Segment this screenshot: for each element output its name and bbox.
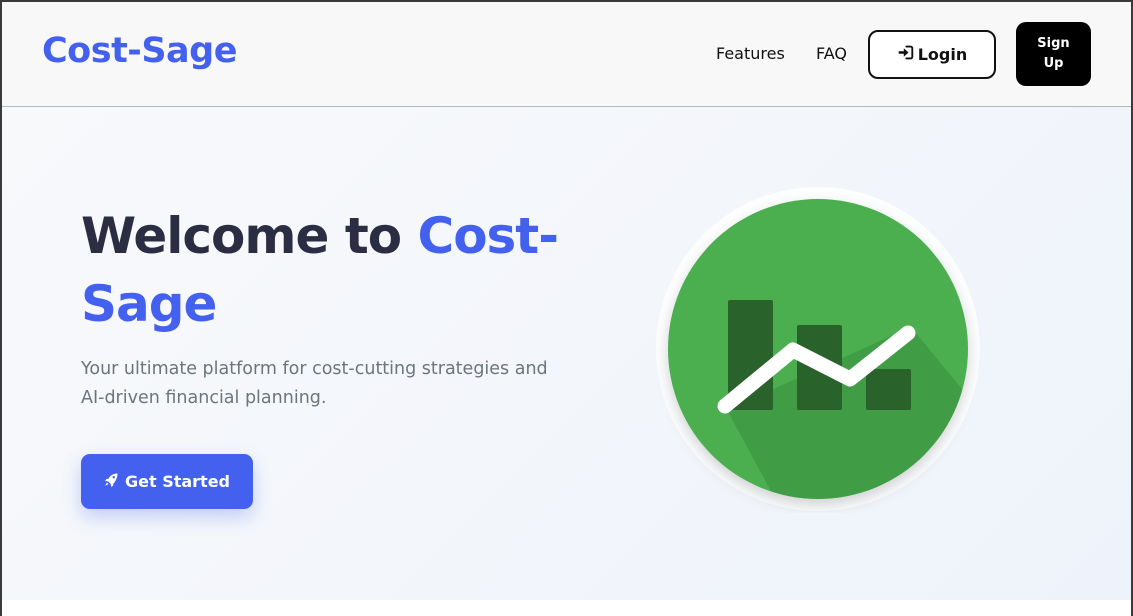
signup-button[interactable]: Sign Up <box>1016 22 1091 86</box>
get-started-label: Get Started <box>124 472 230 491</box>
page-bottom-edge <box>2 600 1131 616</box>
login-label: Login <box>917 45 968 64</box>
chart-growth-icon <box>655 187 981 513</box>
navbar: Cost-Sage Features FAQ Login Sign Up <box>2 2 1131 107</box>
brand-logo[interactable]: Cost-Sage <box>42 31 237 71</box>
login-button[interactable]: Login <box>868 30 996 79</box>
get-started-button[interactable]: Get Started <box>81 454 253 509</box>
sign-in-icon <box>897 44 914 65</box>
hero-subtitle: Your ultimate platform for cost-cutting … <box>81 359 548 408</box>
nav-link-features[interactable]: Features <box>716 44 785 63</box>
browser-viewport: Cost-Sage Features FAQ Login Sign Up Wel… <box>0 0 1133 616</box>
rocket-icon <box>104 472 119 491</box>
hero-section: Welcome to Cost-Sage Your ultimate platf… <box>2 107 1131 600</box>
hero-title: Welcome to Cost-Sage <box>81 202 561 338</box>
nav-link-faq[interactable]: FAQ <box>816 44 847 63</box>
hero-title-prefix: Welcome to <box>81 207 402 265</box>
